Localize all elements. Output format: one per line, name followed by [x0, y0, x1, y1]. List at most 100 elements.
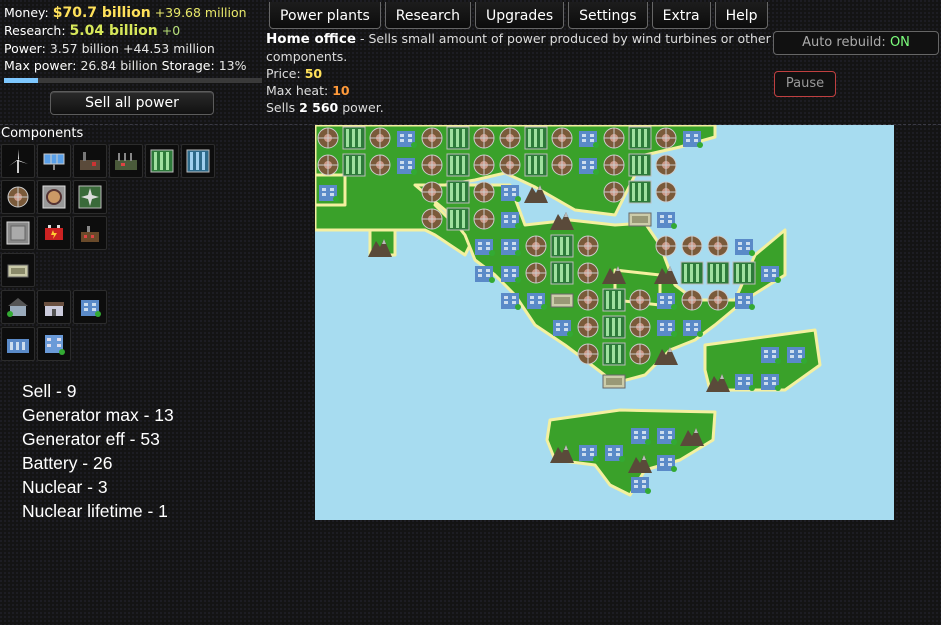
tab-help[interactable]: Help — [714, 2, 769, 29]
game-map[interactable] — [315, 125, 894, 520]
map-tile-generator[interactable] — [601, 341, 627, 367]
map-tile-office[interactable] — [653, 449, 679, 475]
map-tile-heat-exchanger[interactable] — [419, 152, 445, 178]
map-tile-office[interactable] — [497, 206, 523, 232]
map-tile-heat-exchanger[interactable] — [419, 125, 445, 151]
map-tile-heat-exchanger[interactable] — [315, 152, 341, 178]
component-small-plant[interactable] — [73, 216, 107, 250]
map-tile-generator[interactable] — [523, 152, 549, 178]
map-tile-heat-exchanger[interactable] — [367, 125, 393, 151]
component-home-office[interactable] — [37, 327, 71, 361]
map-tile-office[interactable] — [627, 422, 653, 448]
map-tile-office[interactable] — [471, 233, 497, 259]
auto-rebuild-toggle[interactable]: Auto rebuild: ON — [773, 31, 939, 55]
map-tile-office[interactable] — [393, 152, 419, 178]
map-tile-office[interactable] — [575, 152, 601, 178]
tab-extra[interactable]: Extra — [651, 2, 711, 29]
map-tile-office[interactable] — [653, 287, 679, 313]
map-tile-mountain[interactable] — [523, 179, 549, 205]
map-tile-battery-tile[interactable] — [627, 206, 653, 232]
tab-power-plants[interactable]: Power plants — [269, 2, 381, 29]
tab-upgrades[interactable]: Upgrades — [475, 2, 565, 29]
map-tile-heat-exchanger[interactable] — [471, 125, 497, 151]
map-tile-heat-exchanger[interactable] — [315, 125, 341, 151]
tab-settings[interactable]: Settings — [568, 2, 648, 29]
map-tile-generator[interactable] — [445, 152, 471, 178]
map-tile-office[interactable] — [497, 233, 523, 259]
component-small-house[interactable] — [1, 290, 35, 324]
map-tile-heat-exchanger[interactable] — [601, 179, 627, 205]
map-tile-heat-exchanger[interactable] — [627, 287, 653, 313]
map-tile-generator[interactable] — [445, 206, 471, 232]
map-tile-mountain[interactable] — [705, 368, 731, 394]
map-tile-mountain[interactable] — [549, 439, 575, 465]
map-tile-battery-tile[interactable] — [601, 368, 627, 394]
map-tile-office[interactable] — [497, 260, 523, 286]
map-tile-heat-exchanger[interactable] — [419, 179, 445, 205]
map-tile-heat-exchanger[interactable] — [497, 152, 523, 178]
map-tile-mountain[interactable] — [549, 206, 575, 232]
map-tile-generator[interactable] — [601, 287, 627, 313]
map-tile-office[interactable] — [523, 287, 549, 313]
map-tile-office[interactable] — [783, 341, 809, 367]
map-tile-office[interactable] — [757, 368, 783, 394]
map-tile-heat-exchanger[interactable] — [523, 260, 549, 286]
component-bank[interactable] — [1, 327, 35, 361]
map-tile-heat-exchanger[interactable] — [679, 233, 705, 259]
map-tile-heat-exchanger[interactable] — [705, 287, 731, 313]
map-tile-heat-exchanger[interactable] — [523, 233, 549, 259]
component-heat-exchanger[interactable] — [1, 180, 35, 214]
map-tile-heat-exchanger[interactable] — [653, 152, 679, 178]
map-tile-office[interactable] — [549, 314, 575, 340]
component-battery-red[interactable] — [37, 216, 71, 250]
map-tile-generator[interactable] — [549, 260, 575, 286]
component-reactor-core[interactable] — [37, 180, 71, 214]
map-tile-heat-exchanger[interactable] — [497, 125, 523, 151]
map-tile-heat-exchanger[interactable] — [471, 206, 497, 232]
component-factory[interactable] — [109, 144, 143, 178]
map-tile-office[interactable] — [731, 287, 757, 313]
map-tile-mountain[interactable] — [679, 422, 705, 448]
map-tile-heat-exchanger[interactable] — [575, 260, 601, 286]
map-tile-office[interactable] — [679, 125, 705, 151]
map-tile-heat-exchanger[interactable] — [627, 341, 653, 367]
map-tile-heat-exchanger[interactable] — [627, 314, 653, 340]
map-tile-heat-exchanger[interactable] — [653, 179, 679, 205]
map-tile-generator[interactable] — [679, 260, 705, 286]
map-tile-heat-exchanger[interactable] — [471, 152, 497, 178]
map-tile-generator[interactable] — [705, 260, 731, 286]
sell-all-power-button[interactable]: Sell all power — [50, 91, 214, 115]
map-tile-office[interactable] — [653, 206, 679, 232]
component-heat-sink[interactable] — [1, 216, 35, 250]
map-tile-office[interactable] — [315, 179, 341, 205]
component-office[interactable] — [73, 290, 107, 324]
map-tile-office[interactable] — [601, 439, 627, 465]
map-tile-mountain[interactable] — [653, 260, 679, 286]
map-tile-office[interactable] — [757, 341, 783, 367]
map-tile-office[interactable] — [679, 314, 705, 340]
map-tile-mountain[interactable] — [601, 260, 627, 286]
map-tile-heat-exchanger[interactable] — [471, 179, 497, 205]
map-tile-heat-exchanger[interactable] — [575, 287, 601, 313]
map-tile-heat-exchanger[interactable] — [679, 287, 705, 313]
map-tile-battery-tile[interactable] — [549, 287, 575, 313]
map-tile-generator[interactable] — [341, 125, 367, 151]
map-tile-office[interactable] — [575, 125, 601, 151]
component-generator-blue[interactable] — [181, 144, 215, 178]
map-tile-heat-exchanger[interactable] — [601, 152, 627, 178]
map-tile-generator[interactable] — [731, 260, 757, 286]
map-tile-office[interactable] — [575, 439, 601, 465]
map-tile-heat-exchanger[interactable] — [653, 125, 679, 151]
map-tile-mountain[interactable] — [653, 341, 679, 367]
map-tile-office[interactable] — [497, 179, 523, 205]
map-tile-generator[interactable] — [627, 125, 653, 151]
map-tile-generator[interactable] — [627, 179, 653, 205]
map-tile-office[interactable] — [653, 314, 679, 340]
map-tile-heat-exchanger[interactable] — [601, 125, 627, 151]
pause-button[interactable]: Pause — [774, 71, 836, 97]
map-tile-office[interactable] — [497, 287, 523, 313]
component-solar-panel[interactable] — [37, 144, 71, 178]
map-tile-office[interactable] — [653, 422, 679, 448]
map-tile-mountain[interactable] — [367, 233, 393, 259]
map-tile-heat-exchanger[interactable] — [549, 125, 575, 151]
